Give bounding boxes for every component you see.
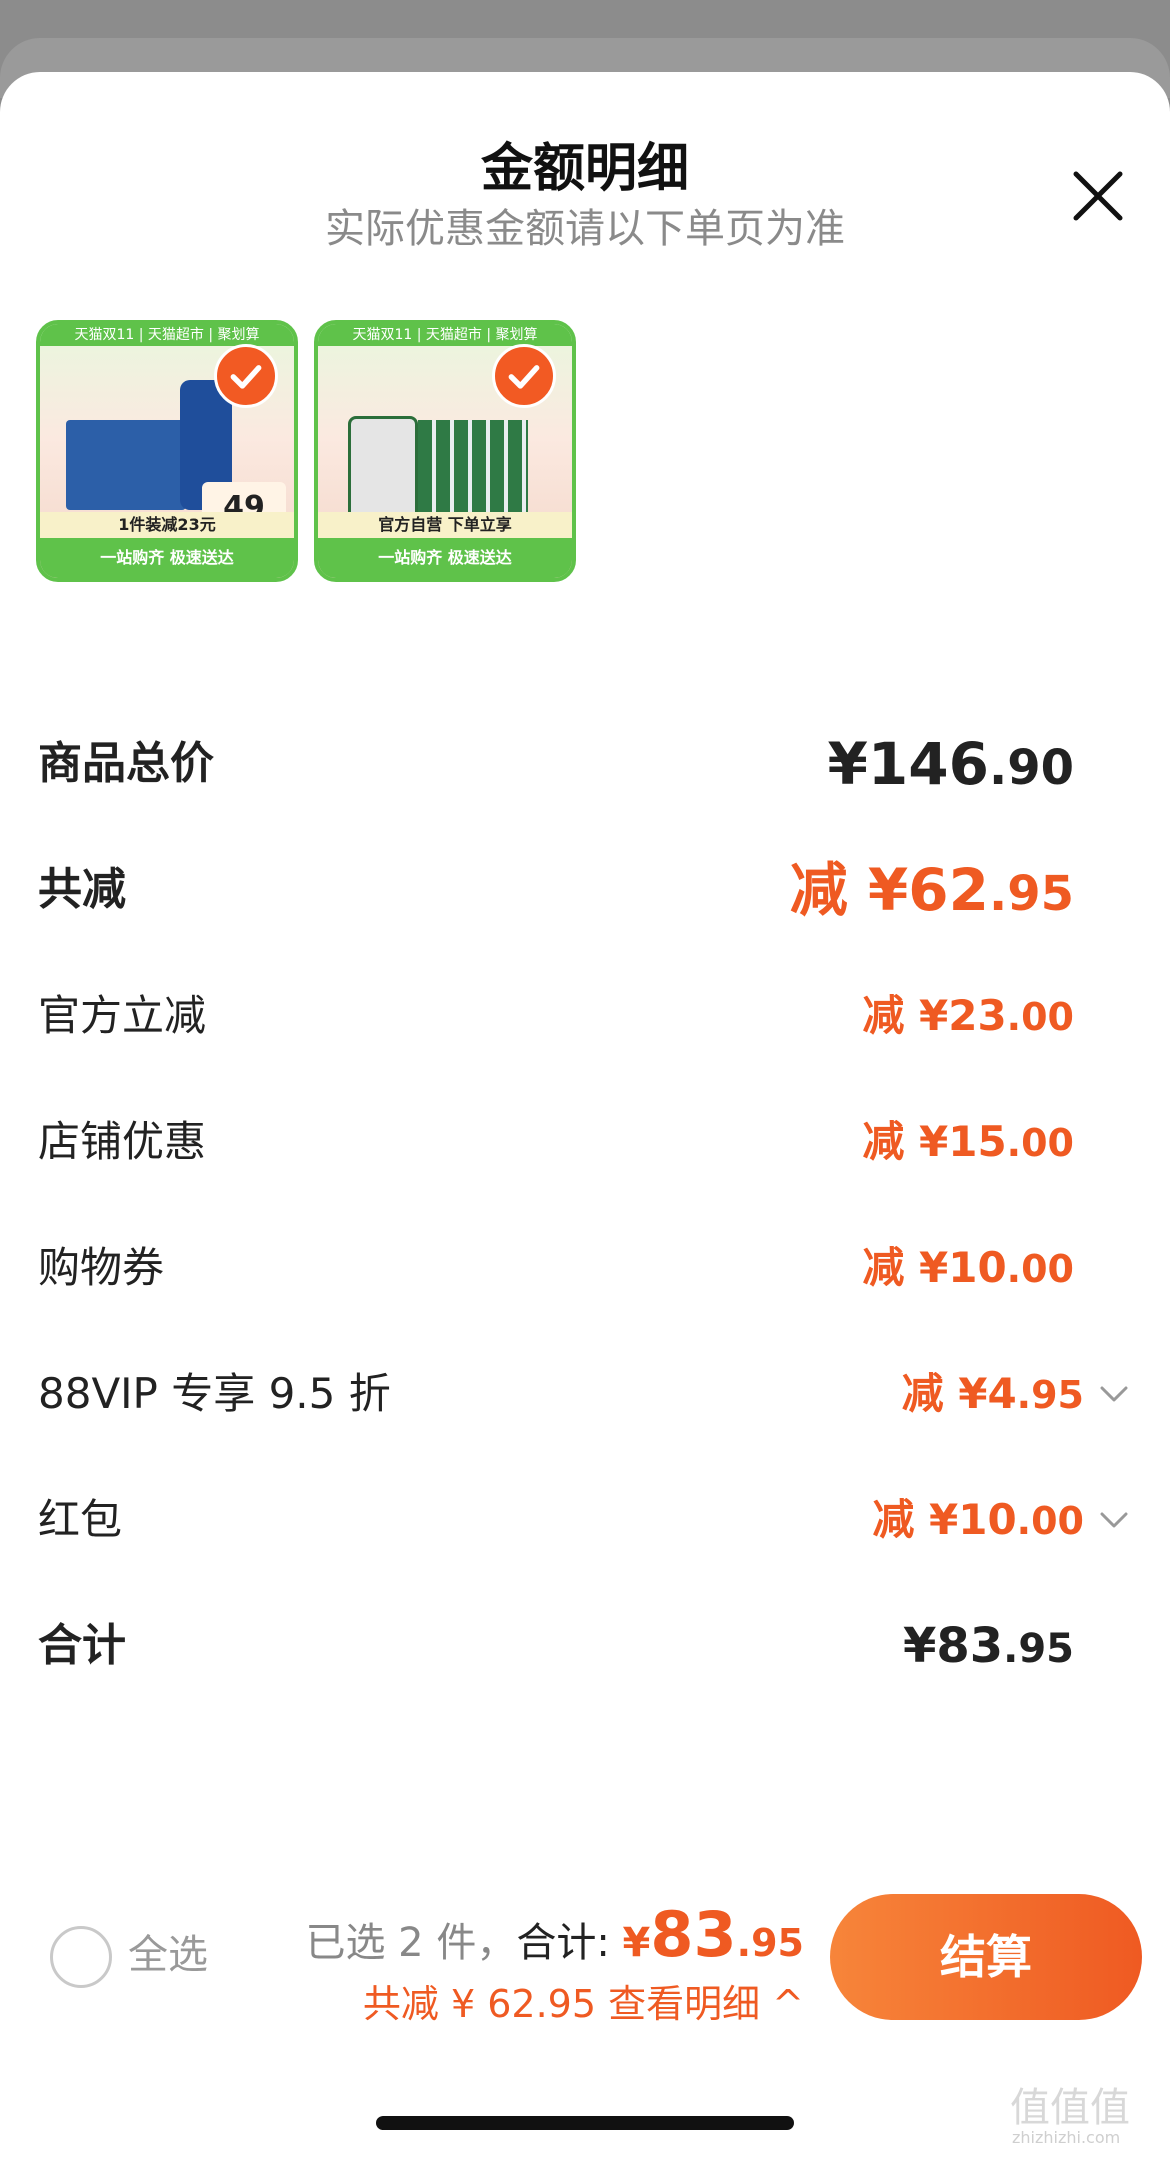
total-dec: .95 bbox=[736, 1921, 804, 1965]
row-label: 店铺优惠 bbox=[38, 1117, 207, 1166]
total-label: 合计: bbox=[516, 1920, 623, 1966]
row-label: 88VIP 专享 9.5 折 bbox=[38, 1369, 391, 1418]
amount-int: 83 bbox=[936, 1618, 1004, 1674]
currency-symbol: ¥ bbox=[918, 1243, 949, 1292]
row-value: 减 ¥10.00 bbox=[872, 1480, 1084, 1561]
amount-int: 146 bbox=[867, 730, 989, 798]
minus-prefix: 减 bbox=[872, 1495, 929, 1544]
home-indicator[interactable] bbox=[376, 2116, 794, 2130]
select-all-radio[interactable] bbox=[50, 1926, 112, 1988]
amount-int: 10 bbox=[948, 1243, 1007, 1292]
sheet-subtitle: 实际优惠金额请以下单页为准 bbox=[325, 206, 845, 252]
thumb-tagline-bar: 一站购齐 极速送达 bbox=[318, 538, 572, 578]
thumb-tagline-bar: 一站购齐 极速送达 bbox=[40, 538, 294, 578]
currency-symbol: ¥ bbox=[827, 730, 868, 798]
check-icon[interactable] bbox=[492, 344, 556, 408]
amount-dec: .00 bbox=[1016, 1499, 1084, 1543]
row-total-discount: 共减 减 ¥62.95 bbox=[38, 850, 1132, 930]
amount-int: 15 bbox=[948, 1117, 1007, 1166]
product-image bbox=[418, 420, 528, 520]
chevron-down-icon[interactable] bbox=[1096, 1376, 1132, 1412]
row-store-discount: 店铺优惠 减 ¥15.00 bbox=[38, 1102, 1132, 1182]
checkout-button[interactable]: 结算 bbox=[830, 1894, 1142, 2020]
currency-symbol: ¥ bbox=[918, 991, 949, 1040]
currency-symbol: ¥ bbox=[958, 1369, 988, 1418]
row-label: 官方立减 bbox=[38, 991, 207, 1040]
thumb-tagline: 一站购齐 极速送达 bbox=[378, 548, 512, 567]
minus-prefix: 减 bbox=[901, 1369, 959, 1418]
minus-prefix: 减 bbox=[862, 1243, 919, 1292]
close-icon[interactable] bbox=[1066, 164, 1130, 228]
currency-symbol: ¥ bbox=[622, 1920, 651, 1966]
amount-int: 4 bbox=[987, 1369, 1017, 1418]
chevron-down-icon[interactable] bbox=[1096, 1502, 1132, 1538]
row-value: ¥83.95 bbox=[903, 1606, 1074, 1689]
selected-count-text: 已选 2 件， bbox=[305, 1920, 517, 1966]
row-value: 减 ¥10.00 bbox=[862, 1228, 1074, 1309]
minus-prefix: 减 bbox=[862, 991, 919, 1040]
product-thumbnail[interactable]: 天猫双11 | 天猫超市 | 聚划算 官方自营 下单立享 一站购齐 极速送达 bbox=[314, 320, 576, 582]
check-icon[interactable] bbox=[214, 344, 278, 408]
currency-symbol: ¥ bbox=[902, 1618, 937, 1674]
row-value: 减 ¥15.00 bbox=[862, 1102, 1074, 1183]
row-label: 购物券 bbox=[38, 1243, 165, 1292]
row-label: 合计 bbox=[38, 1620, 126, 1671]
minus-prefix: 减 bbox=[862, 1117, 919, 1166]
amount-dec: .95 bbox=[1003, 1626, 1074, 1672]
thumb-promo: 官方自营 下单立享 bbox=[318, 512, 572, 538]
row-88vip-discount[interactable]: 88VIP 专享 9.5 折 减 ¥4.95 bbox=[38, 1354, 1132, 1434]
row-label: 共减 bbox=[38, 864, 126, 915]
amount-int: 23 bbox=[948, 991, 1007, 1040]
selected-summary: 已选 2 件，合计: ¥83.95 bbox=[305, 1900, 804, 1986]
row-red-packet[interactable]: 红包 减 ¥10.00 bbox=[38, 1480, 1132, 1560]
amount-int: 62 bbox=[908, 856, 989, 924]
amount-dec: .00 bbox=[1006, 1247, 1074, 1291]
watermark-url: zhizhizhi.com bbox=[1012, 2128, 1121, 2147]
view-details-link[interactable]: 共减 ¥ 62.95 查看明细 ^ bbox=[363, 1976, 804, 2032]
thumb-tagline: 一站购齐 极速送达 bbox=[100, 548, 234, 567]
currency-symbol: ¥ bbox=[928, 1495, 959, 1544]
product-image bbox=[66, 420, 186, 510]
row-official-discount: 官方立减 减 ¥23.00 bbox=[38, 976, 1132, 1056]
currency-symbol: ¥ bbox=[918, 1117, 949, 1166]
row-value: 减 ¥4.95 bbox=[902, 1354, 1084, 1435]
row-label: 红包 bbox=[38, 1495, 123, 1544]
row-label: 商品总价 bbox=[38, 738, 214, 789]
product-thumbnail[interactable]: 天猫双11 | 天猫超市 | 聚划算 49 1件装减23元 一站购齐 极速送达 bbox=[36, 320, 298, 582]
amount-dec: .90 bbox=[988, 740, 1074, 796]
currency-symbol: ¥ bbox=[867, 856, 909, 924]
row-value: 减 ¥23.00 bbox=[862, 976, 1074, 1057]
select-all-label[interactable]: 全选 bbox=[128, 1920, 208, 1990]
amount-int: 10 bbox=[958, 1495, 1017, 1544]
amount-dec: .00 bbox=[1006, 1121, 1074, 1165]
row-goods-total: 商品总价 ¥146.90 bbox=[38, 724, 1132, 804]
amount-dec: .95 bbox=[1016, 1373, 1084, 1417]
row-value: ¥146.90 bbox=[828, 724, 1074, 808]
total-int: 83 bbox=[650, 1898, 737, 1971]
row-grand-total: 合计 ¥83.95 bbox=[38, 1606, 1132, 1686]
thumb-banner: 天猫双11 | 天猫超市 | 聚划算 bbox=[40, 324, 294, 346]
amount-dec: .95 bbox=[988, 866, 1074, 922]
checkout-bar: 全选 已选 2 件，合计: ¥83.95 共减 ¥ 62.95 查看明细 ^ 结… bbox=[0, 1880, 1170, 2040]
amount-dec: .00 bbox=[1006, 995, 1074, 1039]
minus-prefix: 减 bbox=[789, 856, 868, 924]
sheet-title: 金额明细 bbox=[480, 139, 689, 199]
thumb-promo: 1件装减23元 bbox=[40, 512, 294, 538]
row-value: 减 ¥62.95 bbox=[790, 850, 1074, 934]
watermark-logo: 值值值 bbox=[1010, 2085, 1130, 2131]
product-image bbox=[348, 416, 418, 520]
row-shopping-coupon: 购物券 减 ¥10.00 bbox=[38, 1228, 1132, 1308]
amount-detail-sheet: 金额明细 实际优惠金额请以下单页为准 天猫双11 | 天猫超市 | 聚划算 49… bbox=[0, 72, 1170, 2158]
thumb-banner: 天猫双11 | 天猫超市 | 聚划算 bbox=[318, 324, 572, 346]
